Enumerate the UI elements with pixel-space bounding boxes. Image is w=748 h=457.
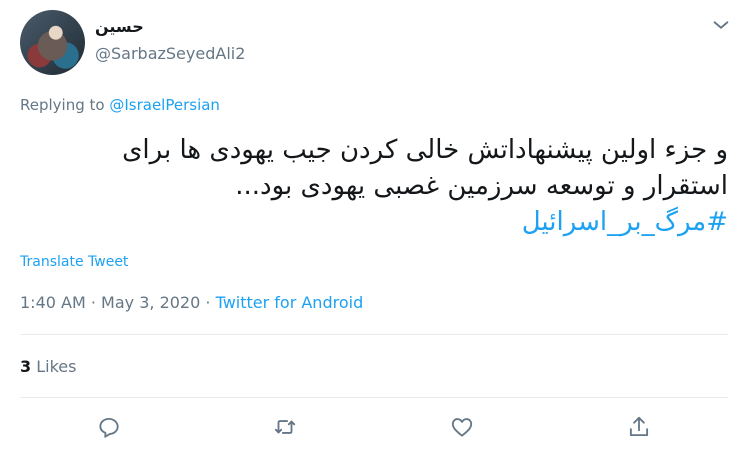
tweet-text: و جزء اولین پیشنهاداتش خالی کردن جیب یهو…	[28, 132, 728, 240]
retweet-icon[interactable]	[272, 414, 298, 440]
share-icon[interactable]	[626, 414, 652, 440]
meta-separator: ·	[205, 293, 211, 312]
tweet-meta: 1:40 AM · May 3, 2020 · Twitter for Andr…	[20, 293, 363, 312]
user-handle[interactable]: @SarbazSeyedAli2	[95, 44, 245, 63]
meta-separator: ·	[90, 293, 96, 312]
tweet-text-line: استقرار و توسعه سرزمین غصبی یهودی بود...	[235, 171, 728, 201]
hashtag-link[interactable]: #مرگ_بر_اسرائیل	[522, 207, 728, 237]
tweet-source-link[interactable]: Twitter for Android	[216, 293, 364, 312]
tweet-date[interactable]: May 3, 2020	[101, 293, 200, 312]
divider	[20, 397, 728, 398]
divider	[20, 334, 728, 335]
like-icon[interactable]	[449, 414, 475, 440]
replying-to-link[interactable]: @IsraelPersian	[109, 96, 220, 114]
reply-icon[interactable]	[96, 414, 122, 440]
likes-label: Likes	[36, 357, 77, 376]
avatar[interactable]	[20, 10, 85, 75]
translate-tweet-link[interactable]: Translate Tweet	[20, 254, 128, 270]
replying-to-label: Replying to	[20, 96, 105, 114]
tweet-time[interactable]: 1:40 AM	[20, 293, 86, 312]
tweet-text-line: و جزء اولین پیشنهاداتش خالی کردن جیب یهو…	[122, 135, 728, 165]
likes-count: 3	[20, 357, 32, 376]
likes-stat[interactable]: 3 Likes	[20, 357, 76, 376]
chevron-down-icon[interactable]	[710, 14, 732, 36]
replying-to: Replying to @IsraelPersian	[20, 96, 220, 114]
display-name[interactable]: حسین	[95, 17, 144, 36]
